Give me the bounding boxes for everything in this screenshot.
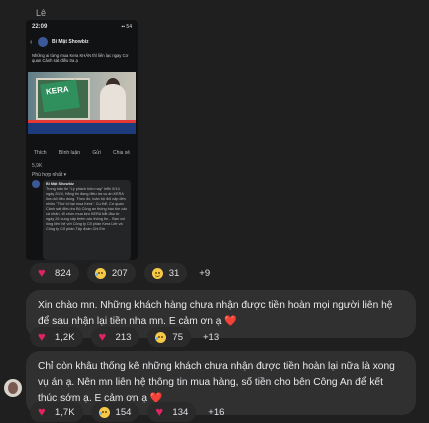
reaction-count: 207 [111, 267, 128, 279]
reaction-sad[interactable]: 154 [90, 402, 140, 422]
sad-face-icon [94, 267, 106, 279]
reaction-count: 1,2K [55, 331, 75, 343]
page-avatar [38, 37, 48, 47]
reaction-bar-2: 1,2K 213 75 +13 [30, 327, 223, 347]
reaction-more[interactable]: +13 [199, 327, 223, 347]
message-text: Chỉ còn khâu thống kê những khách chưa n… [38, 361, 395, 404]
heart-emoji-icon: ❤️ [224, 316, 237, 327]
reaction-more-count: +16 [208, 406, 225, 418]
sender-name: Lê [36, 8, 47, 18]
reaction-sad[interactable]: 75 [147, 327, 191, 347]
message-text: Xin chào mn. Những khách hàng chưa nhận … [38, 300, 393, 327]
reaction-count: 134 [172, 406, 189, 418]
screenshot-reaction-count: 5,9K [32, 163, 43, 169]
reaction-heart[interactable]: 1,7K [30, 402, 83, 422]
news-ticker [28, 123, 136, 134]
laugh-face-icon [151, 267, 163, 279]
sad-face-icon [155, 331, 167, 343]
screenshot-sort-label: Phù hợp nhất ▾ [32, 172, 67, 178]
sad-face-icon [98, 406, 110, 418]
reaction-count: 75 [172, 331, 183, 343]
sender-avatar[interactable] [4, 379, 22, 397]
reaction-count: 31 [168, 267, 180, 279]
reaction-count: 824 [55, 267, 71, 279]
heart-icon [38, 329, 49, 345]
heart-icon [38, 265, 49, 281]
screenshot-time: 22:09 [32, 24, 48, 30]
heart-icon [155, 404, 166, 420]
reaction-heart[interactable]: 213 [90, 327, 140, 347]
shared-screenshot-image[interactable]: 22:09 ▪▪ 54 ‹ Bí Mật Showbiz Những ai từ… [26, 20, 138, 260]
heart-icon [38, 404, 49, 420]
reaction-more-count: +13 [202, 331, 220, 343]
screenshot-actions: Thích Bình luận Gửi Chia sẻ [34, 150, 130, 156]
send-action: Gửi [92, 150, 101, 156]
comment-bubble: Bí Mật Showbiz Trong bản tin "Lý phách h… [43, 180, 131, 260]
screenshot-post-header: ‹ Bí Mật Showbiz [30, 33, 134, 51]
reaction-bar-3: 1,7K 154 134 +16 [30, 402, 228, 422]
like-action: Thích [34, 150, 47, 156]
reaction-more[interactable]: +9 [195, 263, 214, 283]
reaction-sad[interactable]: 207 [86, 263, 136, 283]
screenshot-caption: Những ai từng mua Kera KHÂN thì liên lạc… [32, 53, 129, 63]
screenshot-status-icons: ▪▪ 54 [121, 24, 133, 30]
reaction-count: 213 [115, 331, 132, 343]
reaction-heart[interactable]: 1,2K [30, 327, 83, 347]
reaction-more[interactable]: +16 [204, 402, 228, 422]
reaction-count: 1,7K [55, 406, 75, 418]
screenshot-news-image: KERA [28, 72, 136, 134]
reaction-more-count: +9 [199, 267, 211, 279]
comment-action: Bình luận [58, 150, 80, 156]
reaction-heart[interactable]: 824 [30, 263, 79, 283]
reaction-heart[interactable]: 134 [147, 402, 197, 422]
avatar-figure [8, 382, 18, 394]
comment-text: Trong bản tin "Lý phách hôm nay" hiển 5/… [46, 187, 128, 231]
comment-avatar [32, 180, 40, 188]
comment-author: Bí Mật Showbiz [46, 182, 74, 186]
reaction-bar-1: 824 207 31 +9 [30, 263, 214, 283]
reaction-laugh[interactable]: 31 [143, 263, 188, 283]
back-arrow-icon: ‹ [30, 38, 33, 46]
screenshot-page-name: Bí Mật Showbiz [52, 39, 89, 45]
chat-thread: Lê 22:09 ▪▪ 54 ‹ Bí Mật Showbiz Những ai… [0, 0, 429, 423]
reaction-count: 154 [115, 406, 132, 418]
heart-icon [99, 329, 110, 345]
share-action: Chia sẻ [113, 150, 130, 156]
